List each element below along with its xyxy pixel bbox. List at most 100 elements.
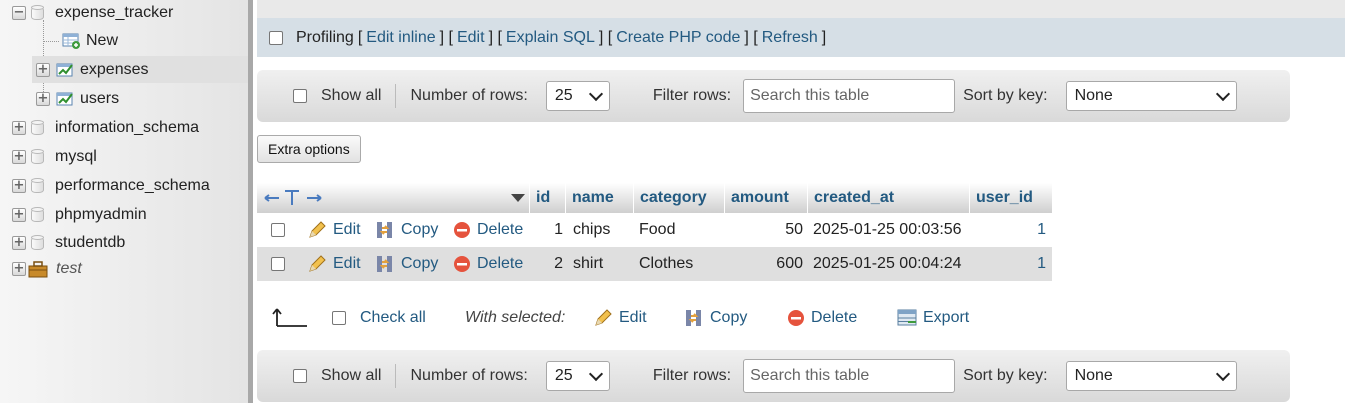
column-header-amount[interactable]: amount [724, 183, 807, 213]
column-header-id[interactable]: id [529, 183, 565, 213]
tree-item-label[interactable]: New [86, 32, 118, 50]
tree-item-test[interactable]: + test [12, 255, 82, 282]
chevron-down-icon [588, 366, 603, 382]
expand-icon[interactable]: + [12, 235, 26, 250]
expand-icon[interactable]: + [36, 91, 50, 106]
edit-label[interactable]: Edit [333, 255, 361, 273]
edit-link[interactable]: Edit [457, 29, 485, 47]
cell-user-id[interactable]: 1 [969, 247, 1046, 281]
sort-dropdown-icon[interactable] [511, 193, 525, 203]
sort-by-key-select[interactable]: None [1065, 81, 1237, 111]
expand-icon[interactable]: + [12, 149, 26, 164]
tree-item-performance-schema[interactable]: + performance_schema [12, 172, 210, 199]
show-all-checkbox[interactable] [293, 369, 307, 383]
tree-item-label[interactable]: studentdb [55, 234, 125, 252]
row-checkbox[interactable] [271, 223, 285, 237]
expand-icon[interactable]: + [12, 261, 26, 276]
bulk-edit-label[interactable]: Edit [619, 309, 647, 327]
column-header-user-id[interactable]: user_id [969, 183, 1052, 213]
delete-label[interactable]: Delete [477, 221, 523, 239]
show-all-checkbox[interactable] [293, 89, 307, 103]
cell-name[interactable]: chips [573, 213, 610, 247]
profiling-bar: Profiling [ Edit inline ] [ Edit ] [ Exp… [257, 18, 1345, 57]
row-copy-action[interactable]: Copy [375, 247, 438, 281]
row-delete-action[interactable]: Delete [453, 247, 523, 281]
expand-icon[interactable]: + [36, 62, 50, 77]
copy-label[interactable]: Copy [401, 221, 438, 239]
rows-select[interactable]: 25 [545, 81, 610, 111]
cell-amount[interactable]: 50 [724, 213, 803, 247]
copy-label[interactable]: Copy [401, 255, 438, 273]
column-header-created-at[interactable]: created_at [807, 183, 969, 213]
rows-select[interactable]: 25 [545, 361, 610, 391]
collapse-icon[interactable]: − [12, 5, 26, 20]
edit-inline-link[interactable]: Edit inline [366, 29, 435, 47]
bulk-delete-label[interactable]: Delete [811, 309, 857, 327]
database-icon [31, 5, 45, 20]
show-all-label[interactable]: Show all [321, 367, 381, 385]
cell-category[interactable]: Food [639, 213, 675, 247]
filter-rows-input[interactable] [743, 359, 956, 393]
extra-options-button[interactable]: Extra options [257, 135, 361, 163]
check-all-checkbox[interactable] [332, 311, 346, 325]
tree-item-information-schema[interactable]: + information_schema [12, 114, 199, 141]
bulk-edit-button[interactable]: Edit [593, 300, 647, 336]
show-all-label[interactable]: Show all [321, 87, 381, 105]
profiling-label: Profiling [296, 28, 354, 46]
tree-item-new[interactable]: New [60, 27, 118, 54]
cell-category[interactable]: Clothes [639, 247, 693, 281]
sort-by-key-select[interactable]: None [1065, 361, 1237, 391]
create-php-code-link[interactable]: Create PHP code [616, 29, 740, 47]
tree-item-label[interactable]: information_schema [55, 119, 199, 137]
tree-connector [43, 41, 59, 42]
tree-item-label[interactable]: phpmyadmin [55, 206, 147, 224]
filter-rows-label: Filter rows: [652, 87, 732, 104]
refresh-link[interactable]: Refresh [762, 29, 818, 47]
delete-icon [454, 222, 470, 238]
tree-item-users[interactable]: + users [36, 85, 119, 112]
expand-icon[interactable]: + [12, 207, 26, 222]
row-delete-action[interactable]: Delete [453, 213, 523, 247]
cell-amount[interactable]: 600 [724, 247, 803, 281]
bulk-export-label[interactable]: Export [923, 309, 969, 327]
tree-item-phpmyadmin[interactable]: + phpmyadmin [12, 201, 147, 228]
cell-user-id[interactable]: 1 [969, 213, 1046, 247]
row-checkbox[interactable] [271, 257, 285, 271]
cell-created-at[interactable]: 2025-01-25 00:03:56 [813, 213, 962, 247]
tree-item-label[interactable]: mysql [55, 148, 97, 166]
bulk-delete-button[interactable]: Delete [787, 300, 857, 336]
cell-name[interactable]: shirt [573, 247, 603, 281]
delete-label[interactable]: Delete [477, 255, 523, 273]
bulk-copy-label[interactable]: Copy [710, 309, 747, 327]
column-header-name[interactable]: name [565, 183, 633, 213]
tree-item-studentdb[interactable]: + studentdb [12, 229, 125, 256]
expand-icon[interactable]: + [12, 178, 26, 193]
filter-rows-input[interactable] [743, 79, 956, 113]
expand-icon[interactable]: + [12, 120, 26, 135]
tree-item-mysql[interactable]: + mysql [12, 143, 97, 170]
bulk-export-button[interactable]: Export [897, 300, 969, 336]
tree-item-label[interactable]: performance_schema [55, 177, 210, 195]
tree-item-expense-tracker[interactable]: − expense_tracker [12, 0, 173, 26]
tree-item-label[interactable]: expenses [80, 61, 149, 79]
column-arrows-icon[interactable] [263, 189, 323, 207]
tree-item-label[interactable]: test [56, 260, 82, 278]
check-all-label[interactable]: Check all [360, 300, 426, 336]
tree-item-label[interactable]: users [80, 90, 119, 108]
row-copy-action[interactable]: Copy [375, 213, 438, 247]
column-header-category[interactable]: category [633, 183, 724, 213]
edit-label[interactable]: Edit [333, 221, 361, 239]
copy-icon [686, 310, 701, 326]
cell-created-at[interactable]: 2025-01-25 00:04:24 [813, 247, 962, 281]
bulk-copy-button[interactable]: Copy [684, 300, 747, 336]
explain-sql-link[interactable]: Explain SQL [506, 29, 595, 47]
tree-item-label[interactable]: expense_tracker [55, 4, 173, 22]
row-edit-action[interactable]: Edit [307, 247, 361, 281]
cell-id[interactable]: 2 [529, 247, 563, 281]
divider [395, 84, 397, 108]
profiling-checkbox[interactable] [269, 30, 283, 45]
panel-resizer[interactable] [248, 0, 253, 403]
row-edit-action[interactable]: Edit [307, 213, 361, 247]
cell-id[interactable]: 1 [529, 213, 563, 247]
tree-item-expenses[interactable]: + expenses [32, 56, 248, 83]
